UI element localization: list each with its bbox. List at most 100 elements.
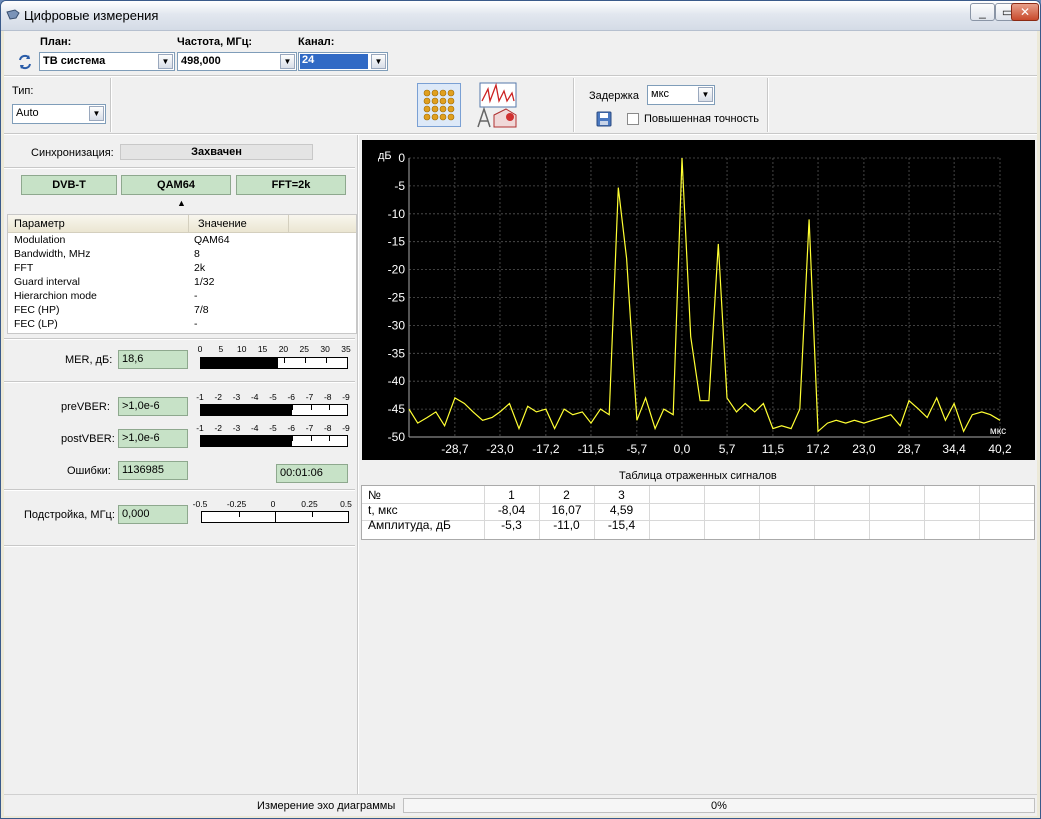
echo-chart-icon xyxy=(477,82,517,128)
preber-scale-bar xyxy=(200,404,348,416)
table-row[interactable]: FEC (HP) 7/8 xyxy=(8,303,356,317)
chevron-down-icon[interactable]: ▼ xyxy=(280,54,295,69)
y-tick-label: -30 xyxy=(388,318,406,332)
param-name: FEC (HP) xyxy=(14,304,60,316)
type-select[interactable]: Auto ▼ xyxy=(12,104,106,124)
channel-select[interactable]: 24 ▼ xyxy=(298,52,388,71)
delay-unit-select[interactable]: мкс ▼ xyxy=(647,85,715,105)
standard-button[interactable]: DVB-T xyxy=(21,175,117,195)
channel-value: 24 xyxy=(300,54,368,69)
table-row[interactable]: Modulation QAM64 xyxy=(8,233,356,247)
client-area: План: Частота, МГц: Канал: ТВ система ▼ … xyxy=(4,31,1037,816)
y-tick-label: -25 xyxy=(388,291,406,305)
delay-label: Задержка xyxy=(589,90,639,102)
chevron-down-icon[interactable]: ▼ xyxy=(698,87,713,102)
preber-tick-label: -9 xyxy=(342,392,350,402)
postber-label: postVBER: xyxy=(61,433,115,445)
table-row[interactable]: FFT 2k xyxy=(8,261,356,275)
param-value: 8 xyxy=(194,248,200,260)
save-icon[interactable] xyxy=(596,111,612,127)
precision-checkbox[interactable] xyxy=(627,113,639,125)
y-axis-label: дБ xyxy=(378,150,392,162)
table-row[interactable]: Hierarchion mode - xyxy=(8,289,356,303)
echo-series-line xyxy=(408,157,1001,433)
divider xyxy=(4,133,1037,135)
parameters-rows: Modulation QAM64 Bandwidth, MHz 8 FFT 2k Guard… xyxy=(8,233,356,331)
x-tick-label: 23,0 xyxy=(852,442,876,456)
tuning-tick-label: -0.5 xyxy=(192,499,208,509)
triangle-up-icon[interactable]: ▲ xyxy=(177,198,186,208)
param-value: 2k xyxy=(194,262,206,274)
x-axis-label: мкс xyxy=(990,426,1006,437)
y-tick-label: -45 xyxy=(388,402,406,416)
tuning-label: Подстройка, МГц: xyxy=(24,509,115,521)
reflection-cell: -8,04 xyxy=(497,503,526,517)
tuning-scale-ticks: -0.5 -0.25 0 0.25 0.5 xyxy=(193,499,352,509)
reflection-cell: 16,07 xyxy=(551,503,582,517)
x-tick-label: 11,5 xyxy=(762,442,785,456)
type-value: Auto xyxy=(16,107,39,119)
refresh-icon[interactable] xyxy=(16,53,34,71)
param-value: QAM64 xyxy=(194,234,230,246)
postber-value: >1,0e-6 xyxy=(118,429,188,448)
frequency-label: Частота, МГц: xyxy=(177,36,253,48)
row-label: Амплитуда, дБ xyxy=(368,518,451,532)
x-tick-label: -28,7 xyxy=(441,442,469,456)
divider xyxy=(573,78,575,132)
reflection-cell: -5,3 xyxy=(501,518,522,532)
errors-value: 1136985 xyxy=(118,461,188,480)
frequency-select[interactable]: 498,000 ▼ xyxy=(177,52,297,71)
precision-label: Повышенная точность xyxy=(644,113,759,125)
progress-bar: 0% xyxy=(403,798,1035,813)
column-header: Параметр xyxy=(14,218,65,230)
preber-label: preVBER: xyxy=(61,401,110,413)
chevron-down-icon[interactable]: ▼ xyxy=(371,54,386,69)
divider xyxy=(110,78,112,132)
plan-label: План: xyxy=(40,36,72,48)
x-tick-label: -5,7 xyxy=(627,442,648,456)
postber-scale-ticks: -1 -2 -3 -4 -5 -6 -7 -8 -9 xyxy=(196,423,350,433)
param-name: FFT xyxy=(14,262,34,274)
chevron-down-icon[interactable]: ▼ xyxy=(158,54,173,69)
chevron-down-icon[interactable]: ▼ xyxy=(89,106,104,121)
table-row[interactable]: Bandwidth, MHz 8 xyxy=(8,247,356,261)
channel-label: Канал: xyxy=(298,36,335,48)
sync-status: Захвачен xyxy=(120,144,313,160)
x-tick-label: -11,5 xyxy=(578,442,605,456)
title-bar[interactable]: Цифровые измерения _ ▭ ✕ xyxy=(1,1,1040,31)
table-row[interactable]: FEC (LP) - xyxy=(8,317,356,331)
divider xyxy=(4,338,355,340)
y-tick-label: -50 xyxy=(388,430,406,444)
main-window: Цифровые измерения _ ▭ ✕ План: Частота, … xyxy=(0,0,1041,819)
x-tick-label: -23,0 xyxy=(486,442,514,456)
postber-tick-label: -9 xyxy=(342,423,350,433)
param-name: Hierarchion mode xyxy=(14,290,97,302)
status-label: Измерение эхо диаграммы xyxy=(257,800,396,812)
fft-button[interactable]: FFT=2k xyxy=(236,175,346,195)
plan-select[interactable]: ТВ система ▼ xyxy=(39,52,175,71)
param-name: Guard interval xyxy=(14,276,80,288)
x-tick-label: -17,2 xyxy=(532,442,560,456)
table-row[interactable]: Guard interval 1/32 xyxy=(8,275,356,289)
param-name: Modulation xyxy=(14,234,66,246)
divider xyxy=(4,75,1037,77)
x-tick-label: 40,2 xyxy=(988,442,1012,456)
parameters-table: Параметр Значение Modulation QAM64 Bandwid… xyxy=(7,214,357,334)
x-tick-label: 28,7 xyxy=(897,442,921,456)
modulation-button[interactable]: QAM64 xyxy=(121,175,231,195)
close-button[interactable]: ✕ xyxy=(1011,3,1039,21)
reflections-title: Таблица отраженных сигналов xyxy=(619,470,777,482)
constellation-button[interactable] xyxy=(417,83,461,127)
reflection-cell: -15,4 xyxy=(607,518,636,532)
echo-diagram-button[interactable] xyxy=(472,81,520,129)
row-label: t, мкс xyxy=(368,503,398,517)
minimize-button[interactable]: _ xyxy=(970,3,995,21)
tuning-value: 0,000 xyxy=(118,505,188,524)
mer-value: 18,6 xyxy=(118,350,188,369)
tuning-tick-label: -0.25 xyxy=(226,499,247,509)
reflection-cell: 1 xyxy=(508,488,515,502)
param-value: - xyxy=(194,290,198,302)
preber-level-fill xyxy=(201,405,293,415)
echo-chart-plot: 0 -5 -10 -15 -20 -25 -30 -35 -40 -45 -50 -28,7 -23,0… xyxy=(378,150,1012,456)
x-tick-label: 5,7 xyxy=(719,442,736,456)
